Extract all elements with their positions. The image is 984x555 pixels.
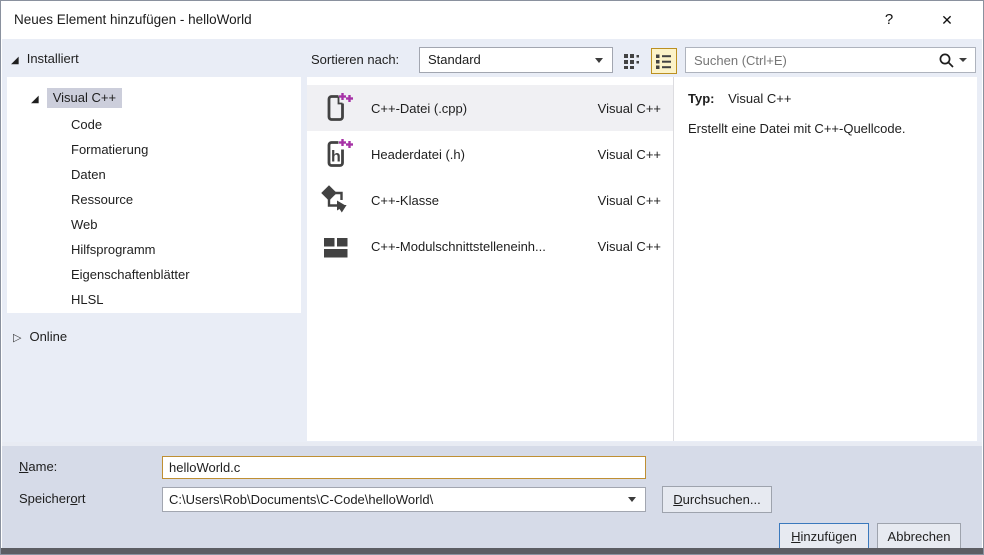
sidebar-group-installed[interactable]: ◢ Installiert (11, 51, 79, 66)
template-category: Visual C++ (598, 193, 661, 208)
name-label-rest: ame: (28, 459, 57, 474)
name-label: Name: (19, 459, 57, 474)
tree-node-label: Eigenschaftenblätter (71, 267, 190, 282)
template-details-panel: Typ: Visual C++ Erstellt eine Datei mit … (673, 77, 977, 441)
template-name: C++-Klasse (371, 193, 598, 208)
close-button[interactable]: ✕ (925, 1, 969, 39)
template-category: Visual C++ (598, 147, 661, 162)
expander-expanded-icon: ◢ (11, 55, 19, 66)
footer-bar: Name: Speicherort Durchsuchen... Hinzufü… (2, 442, 982, 550)
tree-node-label: Ressource (71, 192, 133, 207)
chevron-down-icon[interactable] (628, 497, 636, 502)
tree-node-daten[interactable]: Daten (71, 162, 106, 187)
template-row-cpp-module[interactable]: C++-Modulschnittstelleneinh... Visual C+… (307, 223, 673, 269)
header-file-icon: h (319, 137, 353, 171)
sort-by-dropdown[interactable]: Standard (419, 47, 613, 73)
sidebar-group-online[interactable]: ▷ Online (13, 326, 67, 348)
tree-node-formatierung[interactable]: Formatierung (71, 137, 148, 162)
browse-button[interactable]: Durchsuchen... (662, 486, 772, 513)
add-rest: inzufügen (801, 529, 857, 544)
tree-node-hilfsprogramm[interactable]: Hilfsprogramm (71, 237, 156, 262)
template-category: Visual C++ (598, 239, 661, 254)
browse-rest: urchsuchen... (683, 492, 761, 507)
tree-node-web[interactable]: Web (71, 212, 98, 237)
tree-node-label: Visual C++ (47, 88, 122, 108)
tree-node-code[interactable]: Code (71, 112, 102, 137)
browse-mnemonic: D (673, 492, 682, 507)
list-view-button[interactable] (651, 48, 677, 74)
tree-node-label: Code (71, 117, 102, 132)
type-label: Typ: (688, 91, 714, 106)
tree-node-label: Hilfsprogramm (71, 242, 156, 257)
small-icons-view-button[interactable] (620, 48, 646, 74)
cancel-button[interactable]: Abbrechen (877, 523, 961, 549)
tree-node-label: Formatierung (71, 142, 148, 157)
template-name: C++-Modulschnittstelleneinh... (371, 239, 598, 254)
add-new-item-dialog: Neues Element hinzufügen - helloWorld ? … (0, 0, 984, 555)
installed-label: Installiert (27, 51, 79, 66)
location-combobox (162, 487, 646, 512)
dialog-title: Neues Element hinzufügen - helloWorld (14, 1, 252, 39)
cpp-class-icon (319, 183, 353, 217)
tree-node-hlsl[interactable]: HLSL (71, 287, 104, 312)
type-row: Typ: Visual C++ (688, 91, 791, 106)
list-view-icon (654, 51, 674, 71)
search-options-chevron-icon[interactable] (959, 58, 967, 62)
type-value: Visual C++ (728, 91, 791, 106)
title-bar: Neues Element hinzufügen - helloWorld ? … (1, 1, 983, 39)
help-button[interactable]: ? (867, 1, 911, 39)
tree-node-label: HLSL (71, 292, 104, 307)
online-label: Online (29, 329, 67, 344)
template-description: Erstellt eine Datei mit C++-Quellcode. (688, 121, 905, 136)
search-icon (938, 52, 955, 69)
sort-by-value: Standard (428, 52, 481, 67)
template-name: Headerdatei (.h) (371, 147, 598, 162)
svg-text:h: h (331, 149, 341, 166)
sort-by-label: Sortieren nach: (311, 52, 399, 67)
chevron-down-icon (595, 58, 603, 63)
tree-node-label: Web (71, 217, 98, 232)
add-mnemonic: H (791, 529, 800, 544)
window-bottom-edge (1, 548, 983, 554)
template-row-cpp-file[interactable]: C++-Datei (.cpp) Visual C++ (307, 85, 673, 131)
name-label-mnemonic: N (19, 459, 28, 474)
search-input[interactable] (686, 53, 938, 68)
add-button[interactable]: Hinzufügen (779, 523, 869, 549)
tree-node-ressource[interactable]: Ressource (71, 187, 133, 212)
expander-expanded-icon: ◢ (31, 94, 39, 105)
location-label-pre: Speicher (19, 491, 70, 506)
name-input[interactable] (162, 456, 646, 479)
template-list: C++-Datei (.cpp) Visual C++ h Headerdate… (307, 77, 673, 441)
location-input[interactable] (163, 492, 628, 507)
template-row-cpp-class[interactable]: C++-Klasse Visual C++ (307, 177, 673, 223)
grid-view-icon (623, 51, 643, 71)
tree-node-visual-cpp[interactable]: ◢ Visual C++ (31, 87, 122, 109)
tree-node-label: Daten (71, 167, 106, 182)
location-label: Speicherort (19, 491, 86, 506)
cpp-file-icon (319, 91, 353, 125)
search-box (685, 47, 976, 73)
template-name: C++-Datei (.cpp) (371, 101, 598, 116)
location-label-mnemonic: o (70, 491, 77, 506)
template-row-header-file[interactable]: h Headerdatei (.h) Visual C++ (307, 131, 673, 177)
cpp-module-icon (319, 229, 353, 263)
template-tree-panel: ◢ Visual C++ Code Formatierung Daten Ress… (7, 77, 301, 313)
expander-collapsed-icon: ▷ (13, 332, 21, 344)
tree-node-eigenschaftenblaetter[interactable]: Eigenschaftenblätter (71, 262, 190, 287)
template-category: Visual C++ (598, 101, 661, 116)
location-label-rest: rt (78, 491, 86, 506)
